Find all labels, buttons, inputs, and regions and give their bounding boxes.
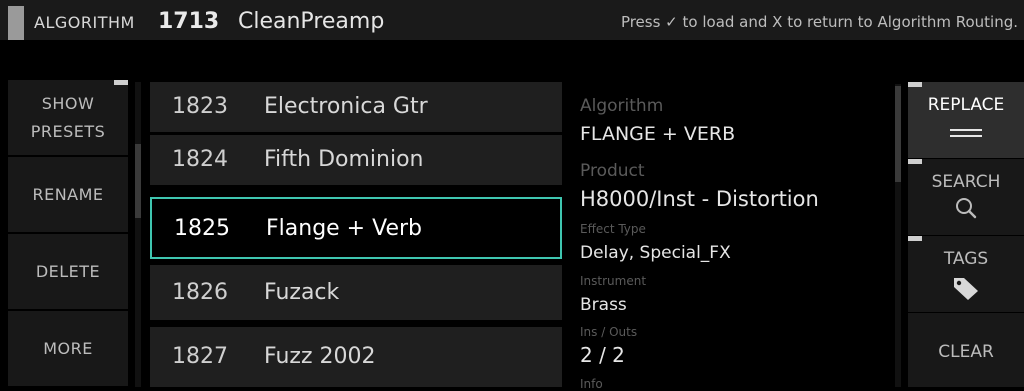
show-presets-label: SHOW PRESETS xyxy=(30,93,106,141)
replace-label: REPLACE xyxy=(927,95,1005,115)
preset-row[interactable]: 1826 Fuzack xyxy=(150,265,562,320)
more-label: MORE xyxy=(43,339,93,358)
info-info-label: Info xyxy=(580,377,603,391)
header-hint: Press ✓ to load and X to return to Algor… xyxy=(620,13,1018,31)
preset-name: Flange + Verb xyxy=(266,216,422,241)
show-presets-button[interactable]: SHOW PRESETS xyxy=(8,80,128,156)
info-product-label: Product xyxy=(580,161,645,181)
algorithm-label: ALGORITHM xyxy=(34,13,135,32)
left-menu: SHOW PRESETS RENAME DELETE MORE xyxy=(8,80,128,387)
info-algorithm-value: FLANGE + VERB xyxy=(580,123,736,145)
preset-row[interactable]: 1823 Electronica Gtr xyxy=(150,82,562,132)
search-label: SEARCH xyxy=(931,172,1001,192)
info-effect-type-value: Delay, Special_FX xyxy=(580,243,731,263)
header-bar: ALGORITHM 1713 CleanPreamp Press ✓ to lo… xyxy=(0,0,1024,40)
right-menu-scrollbar-thumb[interactable] xyxy=(895,86,901,182)
replace-button[interactable]: REPLACE xyxy=(908,82,1024,158)
info-instrument-value: Brass xyxy=(580,295,627,315)
preset-name: Fuzack xyxy=(264,280,340,305)
tag-icon xyxy=(954,278,978,300)
right-menu-scrollbar[interactable] xyxy=(895,84,901,387)
info-instrument-label: Instrument xyxy=(580,274,647,288)
preset-list: 1823 Electronica Gtr 1824 Fifth Dominion… xyxy=(150,82,562,387)
info-algorithm-label: Algorithm xyxy=(580,96,664,116)
preset-row[interactable]: 1827 Fuzz 2002 xyxy=(150,327,562,387)
button-corner-marker xyxy=(908,82,922,87)
preset-name: Fifth Dominion xyxy=(264,147,424,172)
preset-number: 1824 xyxy=(172,147,228,172)
preset-name: Fuzz 2002 xyxy=(264,344,376,369)
clear-button[interactable]: CLEAR xyxy=(908,313,1024,387)
preset-number: 1825 xyxy=(174,216,230,241)
menu-lines-icon xyxy=(950,129,982,137)
preset-row-selected[interactable]: 1825 Flange + Verb xyxy=(150,197,562,259)
info-effect-type-label: Effect Type xyxy=(580,222,646,236)
tags-label: TAGS xyxy=(943,249,989,269)
delete-button[interactable]: DELETE xyxy=(8,234,128,310)
rename-label: RENAME xyxy=(32,185,104,204)
preset-number: 1823 xyxy=(172,94,228,119)
info-product-value: H8000/Inst - Distortion xyxy=(580,187,819,211)
preset-row[interactable]: 1824 Fifth Dominion xyxy=(150,135,562,185)
search-icon xyxy=(956,198,977,219)
search-button[interactable]: SEARCH xyxy=(908,159,1024,235)
delete-label: DELETE xyxy=(35,262,101,281)
preset-number: 1826 xyxy=(172,280,228,305)
list-scrollbar[interactable] xyxy=(135,82,141,387)
algorithm-number: 1713 xyxy=(158,9,220,34)
preset-number: 1827 xyxy=(172,344,228,369)
list-scrollbar-thumb[interactable] xyxy=(135,144,141,218)
clear-label: CLEAR xyxy=(938,342,994,362)
more-button[interactable]: MORE xyxy=(8,311,128,387)
algorithm-name: CleanPreamp xyxy=(238,9,385,34)
rename-button[interactable]: RENAME xyxy=(8,157,128,233)
header-accent xyxy=(8,6,24,40)
info-ins-outs-value: 2 / 2 xyxy=(580,343,625,367)
button-corner-marker xyxy=(114,80,128,85)
button-corner-marker xyxy=(908,236,922,241)
button-corner-marker xyxy=(908,159,922,164)
preset-name: Electronica Gtr xyxy=(264,94,428,119)
tags-button[interactable]: TAGS xyxy=(908,236,1024,312)
info-ins-outs-label: Ins / Outs xyxy=(580,325,638,339)
